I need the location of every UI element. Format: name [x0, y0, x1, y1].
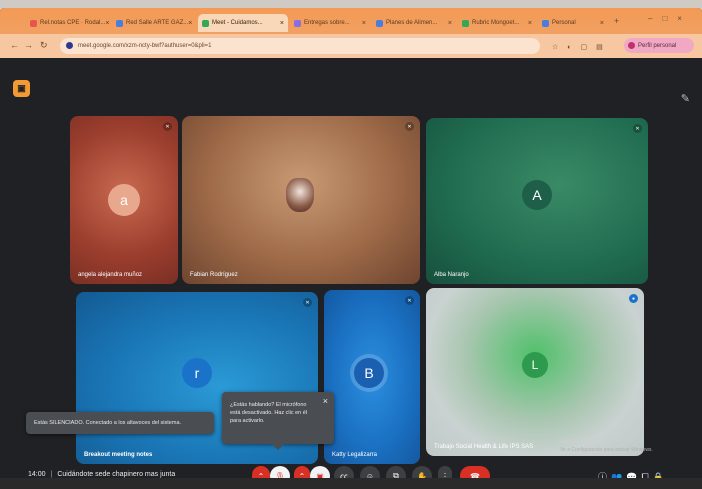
participant-name: angela alejandra muñoz: [78, 272, 143, 278]
close-tab-icon[interactable]: ×: [105, 20, 109, 27]
meeting-title: Cuidándote sede chapinero mas junta: [57, 471, 176, 478]
tab-favicon-icon: [294, 19, 301, 27]
mic-off-icon: ✕: [405, 122, 414, 131]
meet-favicon-icon: [202, 19, 209, 27]
browser-tab[interactable]: Rel.notas CPE · Rodal... ×: [26, 14, 110, 32]
browser-tab[interactable]: Entregas sobre... ×: [290, 14, 370, 32]
mic-off-icon: ✕: [633, 124, 642, 133]
close-tab-icon[interactable]: ×: [528, 20, 532, 27]
monitor-bezel: [0, 0, 702, 8]
muted-notification: Estás SILENCIADO. Conectado a los altavo…: [26, 412, 214, 434]
browser-tab[interactable]: Personal ×: [538, 14, 608, 32]
speaking-indicator-icon: ●: [629, 294, 638, 303]
meeting-time: 14:00: [28, 471, 46, 478]
participant-name: Fabian Rodríguez: [190, 272, 238, 278]
tab-favicon-icon: [542, 19, 549, 27]
close-tab-icon[interactable]: ×: [448, 20, 452, 27]
participant-name: Trabajo Social Health & Life IPS SAS: [434, 444, 534, 450]
participant-name: Alba Naranjo: [434, 272, 469, 278]
participant-tile[interactable]: ✕ Fabian Rodríguez: [182, 116, 420, 284]
profile-label: Perfil personal: [638, 42, 677, 49]
participant-tile[interactable]: ✕ B Katty Legalizarra: [324, 290, 420, 464]
activate-windows-watermark: Activar Windows Ve a Configuración para …: [560, 438, 653, 454]
browser-tab[interactable]: Rubric Mongoet... ×: [458, 14, 536, 32]
extension-icons[interactable]: ☆◐▢▤: [552, 43, 612, 51]
participant-name: Breakout meeting notes: [84, 452, 153, 458]
tab-favicon-icon: [462, 19, 469, 27]
monitor-screen: Rel.notas CPE · Rodal... × Red Salle ART…: [0, 8, 702, 489]
monitor-bottom-bezel: [0, 478, 702, 489]
browser-tab-active[interactable]: Meet - Cuidamos... ×: [198, 14, 288, 32]
tab-label: Rel.notas CPE · Rodal...: [40, 20, 106, 26]
tooltip-text: ¿Estás hablando? El micrófono está desac…: [230, 402, 308, 424]
participant-name: Katty Legalizarra: [332, 452, 378, 458]
tab-label: Red Salle ARTE GAZ...: [126, 20, 189, 26]
participant-tile[interactable]: ● L Trabajo Social Health & Life IPS SAS: [426, 288, 644, 456]
close-tab-icon[interactable]: ×: [188, 20, 192, 27]
back-icon[interactable]: ←: [10, 40, 19, 50]
meeting-info: 14:00 | Cuidándote sede chapinero mas junt…: [28, 471, 175, 478]
separator: |: [50, 471, 53, 478]
tab-label: Planes de Alimen...: [386, 20, 438, 26]
profile-button[interactable]: Perfil personal: [624, 38, 694, 53]
new-tab-icon[interactable]: +: [614, 16, 619, 26]
close-tab-icon[interactable]: ×: [600, 20, 604, 27]
tab-label: Entregas sobre...: [304, 20, 350, 26]
browser-tab[interactable]: Planes de Alimen... ×: [372, 14, 456, 32]
close-tab-icon[interactable]: ×: [280, 20, 284, 27]
tab-label: Personal: [552, 20, 576, 26]
url-text: meet.google.com/xzm-ncty-bwf?authuser=0&…: [78, 43, 212, 49]
tab-label: Meet - Cuidamos...: [212, 20, 263, 26]
close-icon[interactable]: ×: [323, 397, 328, 406]
participant-photo: [286, 178, 314, 212]
watermark-title: Activar Windows: [560, 439, 605, 445]
notification-text: Estás SILENCIADO. Conectado a los altavo…: [34, 420, 182, 426]
tab-favicon-icon: [116, 19, 123, 27]
avatar: a: [108, 184, 140, 216]
are-you-talking-tooltip: × ¿Estás hablando? El micrófono está des…: [222, 392, 334, 450]
tab-label: Rubric Mongoet...: [472, 20, 520, 26]
pencil-icon[interactable]: ✎: [681, 92, 690, 105]
avatar: r: [182, 358, 212, 388]
mic-off-icon: ✕: [303, 298, 312, 307]
avatar: B: [354, 358, 384, 388]
meet-logo-icon: ▣: [13, 80, 30, 97]
address-bar: ← → ↻ meet.google.com/xzm-ncty-bwf?authu…: [0, 34, 702, 58]
mic-off-icon: ✕: [163, 122, 172, 131]
url-input[interactable]: meet.google.com/xzm-ncty-bwf?authuser=0&…: [60, 38, 540, 54]
reload-icon[interactable]: ↻: [40, 40, 48, 51]
avatar: L: [522, 352, 548, 378]
browser-tab[interactable]: Red Salle ARTE GAZ... ×: [112, 14, 196, 32]
avatar: A: [522, 180, 552, 210]
tab-favicon-icon: [30, 19, 37, 27]
tab-favicon-icon: [376, 19, 383, 27]
participant-tile[interactable]: ✕ A Alba Naranjo: [426, 118, 648, 284]
window-controls[interactable]: –□×: [648, 14, 692, 23]
site-info-icon[interactable]: [66, 42, 73, 49]
meet-stage: ▣ ✎ ✕ a angela alejandra muñoz ✕ Fabian …: [0, 58, 702, 489]
browser-tabstrip: Rel.notas CPE · Rodal... × Red Salle ART…: [0, 8, 702, 34]
forward-icon[interactable]: →: [24, 40, 33, 50]
mic-off-icon: ✕: [405, 296, 414, 305]
participant-tile[interactable]: ✕ a angela alejandra muñoz: [70, 116, 178, 284]
close-tab-icon[interactable]: ×: [362, 20, 366, 27]
watermark-subtitle: Ve a Configuración para activar Windows.: [560, 447, 653, 453]
